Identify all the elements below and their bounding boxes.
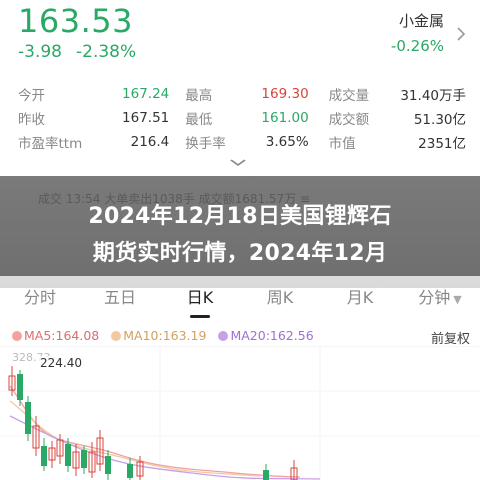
candle-body xyxy=(127,464,133,478)
ma20-dot xyxy=(218,330,229,341)
ma10-legend: MA10:163.19 xyxy=(111,328,206,343)
ma5-dot xyxy=(12,330,22,341)
headline-overlay: 成交 13:54 大单卖出1038手 成交额1681.57万 ≡ 2024年12… xyxy=(0,176,480,288)
stat-label: 最低 xyxy=(185,112,213,128)
tab-rik[interactable]: 日K xyxy=(160,284,240,318)
tab-fenshi[interactable]: 分时 xyxy=(0,284,80,308)
stat-label: 今开 xyxy=(18,88,45,104)
headline: 2024年12月18日美国锂辉石 期货实时行情，2024年12月 xyxy=(0,198,480,272)
stat-value: 3.65% xyxy=(265,134,309,150)
candle-body xyxy=(263,470,269,480)
stat-label: 成交额 xyxy=(328,112,370,128)
tab-wuri[interactable]: 五日 xyxy=(80,284,160,308)
chart-period-tabs: 分时 五日 日K 周K 月K 分钟 ▼ xyxy=(0,276,480,318)
stat-value: 169.30 xyxy=(261,86,309,102)
tab-label: 日K xyxy=(186,288,214,307)
tab-label: 月K xyxy=(346,288,374,307)
tab-label: 分钟 xyxy=(418,288,451,307)
chevron-down-icon[interactable] xyxy=(230,152,247,171)
stat-label: 市盈率ttm xyxy=(18,136,83,152)
ma-legend: MA5:164.08 MA10:163.19 MA20:162.56 xyxy=(12,328,314,343)
candle-body xyxy=(17,374,23,400)
tab-yuek[interactable]: 月K xyxy=(320,284,400,308)
quote-summary: 163.53 -3.98 -2.38% xyxy=(18,2,136,62)
candle-body xyxy=(81,450,87,468)
candle-body xyxy=(25,402,31,434)
tab-label: 五日 xyxy=(103,288,136,307)
stat-value: 161.00 xyxy=(261,110,309,126)
sector-change: -0.26% xyxy=(390,37,444,55)
stat-label: 成交量 xyxy=(328,88,370,104)
stat-label: 最高 xyxy=(185,88,213,104)
price-change: -3.98 xyxy=(18,42,62,62)
tab-label: 分时 xyxy=(23,288,56,307)
chevron-right-icon xyxy=(456,26,466,47)
price-change-pct: -2.38% xyxy=(76,42,137,62)
ma10-dot xyxy=(111,330,122,341)
peak-price-label: 224.40 xyxy=(38,356,84,370)
ma20-legend: MA20:162.56 xyxy=(218,328,314,343)
ma5-line xyxy=(9,385,301,478)
headline-line-2: 期货实时行情，2024年12月 xyxy=(92,241,388,266)
stat-value: 2351亿 xyxy=(418,136,466,152)
stats-row: 今开 167.24 最高 169.30 成交量 31.40万手 xyxy=(18,82,466,106)
current-price: 163.53 xyxy=(18,2,133,40)
candle-body xyxy=(65,444,71,466)
candles xyxy=(8,366,298,480)
stats-table: 今开 167.24 最高 169.30 成交量 31.40万手 昨收 167.5… xyxy=(18,82,466,154)
stat-value: 31.40万手 xyxy=(400,88,466,104)
stat-label: 换手率 xyxy=(185,136,226,152)
stats-row: 昨收 167.51 最低 161.00 成交额 51.30亿 xyxy=(18,106,466,130)
tab-label: 周K xyxy=(266,288,294,307)
stats-row: 市盈率ttm 216.4 换手率 3.65% 市值 2351亿 xyxy=(18,130,466,154)
stat-value: 51.30亿 xyxy=(413,112,466,128)
candle-body xyxy=(105,456,111,474)
candle-body xyxy=(41,446,47,466)
active-tab-indicator xyxy=(190,315,210,318)
stat-label: 市值 xyxy=(328,136,356,152)
price-changes: -3.98 -2.38% xyxy=(18,42,136,62)
ma5-label: MA5:164.08 xyxy=(24,328,100,343)
ma5-legend: MA5:164.08 xyxy=(12,328,99,343)
stat-value: 167.24 xyxy=(122,86,170,102)
caret-down-icon: ▼ xyxy=(453,293,462,306)
stat-value: 216.4 xyxy=(130,134,170,150)
stat-value: 167.51 xyxy=(122,110,170,126)
ma20-label: MA20:162.56 xyxy=(230,328,314,343)
sector-link[interactable]: 小金属 -0.26% xyxy=(391,10,466,55)
sector-name: 小金属 xyxy=(398,12,444,30)
stat-label: 昨收 xyxy=(18,112,45,128)
adjust-mode-button[interactable]: 前复权 xyxy=(431,328,470,347)
tab-zhouk[interactable]: 周K xyxy=(240,284,320,308)
headline-line-1: 2024年12月18日美国锂辉石 xyxy=(88,204,392,229)
tab-fenzhong[interactable]: 分钟 ▼ xyxy=(400,284,480,308)
ma10-label: MA10:163.19 xyxy=(123,328,207,343)
